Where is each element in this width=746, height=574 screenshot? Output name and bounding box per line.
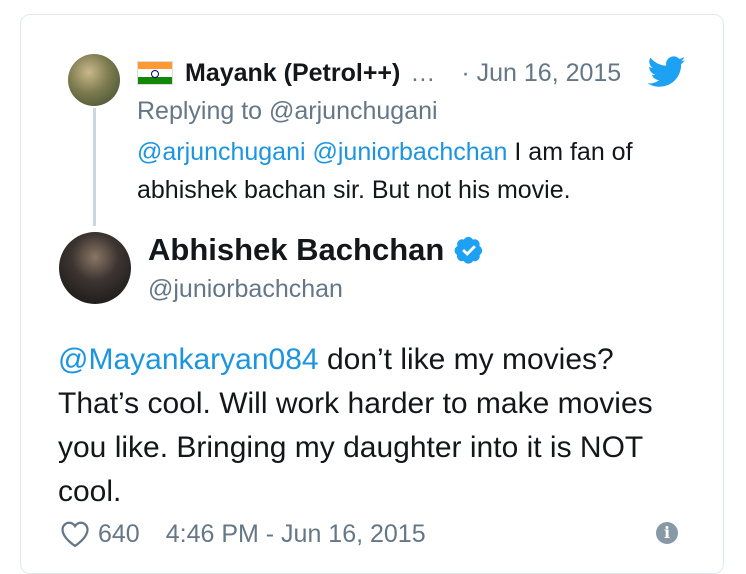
twitter-bird-icon[interactable] xyxy=(648,56,686,88)
thread-connector-line xyxy=(93,108,96,226)
author-name[interactable]: Abhishek Bachchan xyxy=(148,232,444,268)
heart-icon[interactable] xyxy=(60,520,90,548)
quoted-tweet-text: @arjunchugani @juniorbachchan I am fan o… xyxy=(137,133,682,209)
name-ellipsis: … xyxy=(410,58,436,87)
replying-to-label: Replying to @arjunchugani xyxy=(137,97,438,125)
mention-link[interactable]: @Mayankaryan084 xyxy=(58,343,319,376)
author-avatar[interactable] xyxy=(59,232,131,304)
quoted-user-avatar[interactable] xyxy=(68,54,120,106)
quoted-tweet-header: Mayank (Petrol++) … · Jun 16, 2015 xyxy=(137,56,621,90)
info-icon[interactable]: i xyxy=(656,522,678,544)
quoted-tweet-date[interactable]: · Jun 16, 2015 xyxy=(461,59,621,88)
tweet-footer: 640 4:46 PM - Jun 16, 2015 xyxy=(60,516,426,552)
author-name-row: Abhishek Bachchan xyxy=(148,232,484,268)
tweet-text: @Mayankaryan084 don’t like my movies? Th… xyxy=(58,338,698,514)
quoted-user-name[interactable]: Mayank (Petrol++) xyxy=(185,59,400,88)
india-flag-icon xyxy=(137,61,173,85)
tweet-timestamp[interactable]: 4:46 PM - Jun 16, 2015 xyxy=(166,520,426,549)
verified-badge-icon xyxy=(454,236,483,264)
author-handle[interactable]: @juniorbachchan xyxy=(148,275,343,304)
mention-link[interactable]: @arjunchugani xyxy=(137,138,306,166)
like-count[interactable]: 640 xyxy=(98,520,140,549)
mention-link[interactable]: @juniorbachchan xyxy=(313,138,508,166)
